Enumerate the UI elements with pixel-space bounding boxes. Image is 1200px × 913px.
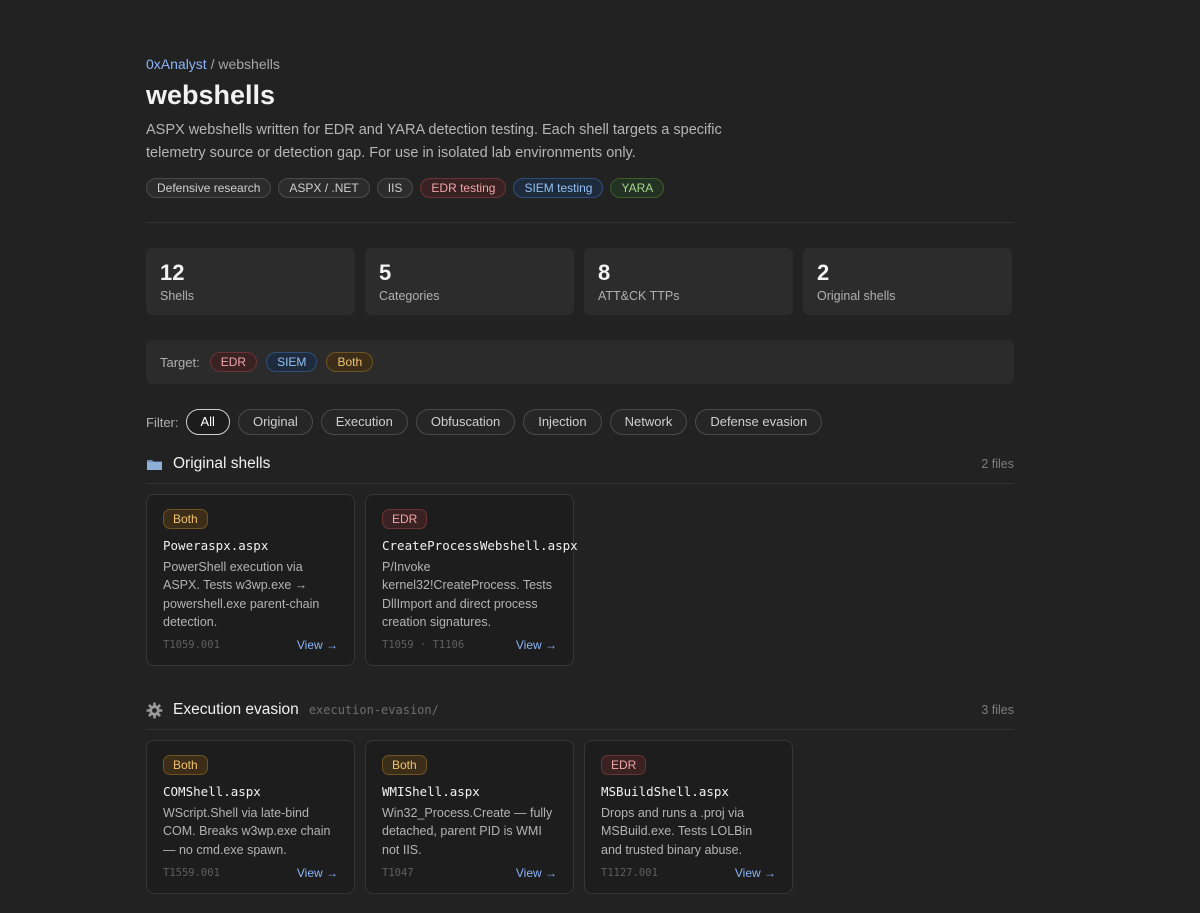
stat-label: Original shells (817, 289, 896, 303)
target-legend: Target: EDR SIEM Both (146, 340, 1014, 384)
filter-label: Filter: (146, 414, 179, 430)
view-link[interactable]: View → (516, 866, 557, 880)
target-badge: EDR (382, 509, 428, 529)
ttp-ids: T1047 (382, 867, 414, 879)
view-link[interactable]: View → (516, 638, 557, 652)
target-edr-chip[interactable]: EDR (209, 352, 258, 372)
filter-injection-button[interactable]: Injection (523, 409, 602, 435)
gear-icon (146, 702, 163, 719)
filter-original-button[interactable]: Original (237, 409, 313, 435)
section-file-count: 3 files (981, 703, 1014, 717)
shell-card[interactable]: Both WMIShell.aspx Win32_Process.Create … (365, 740, 574, 894)
target-both-chip[interactable]: Both (326, 352, 374, 372)
section-title: Execution evasion (173, 701, 299, 718)
breadcrumb-repo: webshells (218, 56, 280, 72)
repo-description: ASPX webshells written for EDR and YARA … (146, 122, 722, 161)
ttp-ids: T1059 · T1106 (382, 639, 465, 651)
shell-filename: Poweraspx.aspx (163, 538, 269, 553)
section-original-shells-header: Original shells 2 files (146, 452, 1014, 476)
stat-label: ATT&CK TTPs (598, 289, 680, 303)
view-link[interactable]: View → (735, 866, 776, 880)
shell-filename: CreateProcessWebshell.aspx (382, 538, 578, 553)
breadcrumb-owner-link[interactable]: 0xAnalyst (146, 56, 207, 72)
shell-card[interactable]: EDR CreateProcessWebshell.aspx P/Invoke … (365, 494, 578, 666)
page-title: webshells (146, 80, 276, 110)
tag-aspx-net: ASPX / .NET (278, 178, 370, 198)
section-divider (146, 729, 1014, 730)
stat-shells: 12 Shells (146, 248, 355, 315)
filter-obfuscation-button[interactable]: Obfuscation (415, 409, 516, 435)
tag-yara: YARA (610, 178, 665, 198)
filter-network-button[interactable]: Network (609, 409, 688, 435)
shell-filename: MSBuildShell.aspx (601, 784, 729, 799)
view-link[interactable]: View → (297, 638, 338, 652)
tag-defensive-research: Defensive research (146, 178, 272, 198)
stat-value: 5 (379, 260, 392, 285)
breadcrumb: 0xAnalyst / webshells (146, 56, 280, 72)
section-path: execution-evasion/ (308, 703, 439, 717)
target-label: Target: (160, 354, 200, 370)
filter-execution-button[interactable]: Execution (320, 409, 408, 435)
shell-description: Win32_Process.Create — fully detached, p… (382, 806, 553, 857)
filter-all-button[interactable]: All (185, 409, 230, 435)
view-link[interactable]: View → (297, 866, 338, 880)
shell-filename: COMShell.aspx (163, 784, 261, 799)
ttp-ids: T1559.001 (163, 867, 220, 879)
header-divider (146, 222, 1014, 223)
ttp-ids: T1127.001 (601, 867, 658, 879)
stat-categories: 5 Categories (365, 248, 574, 315)
tag-siem-testing: SIEM testing (513, 178, 604, 198)
shell-card[interactable]: Both Poweraspx.aspx PowerShell execution… (146, 494, 355, 666)
section-title: Original shells (173, 455, 271, 472)
stat-attck-ttps: 8 ATT&CK TTPs (584, 248, 793, 315)
section-execution-evasion-header: Execution evasion execution-evasion/ 3 f… (146, 698, 1014, 722)
target-badge: Both (163, 755, 208, 775)
target-badge: EDR (601, 755, 647, 775)
card-grid-execution-evasion: Both COMShell.aspx WScript.Shell via lat… (146, 740, 793, 894)
ttp-ids: T1059.001 (163, 639, 220, 651)
stat-original-shells: 2 Original shells (803, 248, 1012, 315)
filter-bar: Filter: All Original Execution Obfuscati… (146, 409, 823, 435)
target-siem-chip[interactable]: SIEM (266, 352, 318, 372)
shell-filename: WMIShell.aspx (382, 784, 480, 799)
stat-value: 12 (160, 260, 185, 285)
tag-list: Defensive research ASPX / .NET IIS EDR t… (146, 178, 665, 198)
stat-label: Categories (379, 289, 440, 303)
shell-description: Drops and runs a .proj via MSBuild.exe. … (601, 806, 753, 857)
shell-card[interactable]: EDR MSBuildShell.aspx Drops and runs a .… (584, 740, 793, 894)
section-divider (146, 483, 1014, 484)
stat-label: Shells (160, 289, 195, 303)
stats-row: 12 Shells 5 Categories 8 ATT&CK TTPs 2 O… (146, 248, 1012, 315)
shell-description: PowerShell execution via ASPX. Tests w3w… (163, 560, 320, 629)
stat-value: 2 (817, 260, 830, 285)
breadcrumb-separator: / (206, 56, 219, 72)
target-badge: Both (163, 509, 208, 529)
tag-iis: IIS (376, 178, 414, 198)
card-grid-original: Both Poweraspx.aspx PowerShell execution… (146, 494, 578, 666)
folder-icon (146, 456, 163, 473)
stat-value: 8 (598, 260, 611, 285)
target-badge: Both (382, 755, 427, 775)
shell-description: WScript.Shell via late-bind COM. Breaks … (163, 806, 331, 857)
tag-edr-testing: EDR testing (420, 178, 507, 198)
section-file-count: 2 files (981, 457, 1014, 471)
shell-description: P/Invoke kernel32!CreateProcess. Tests D… (382, 560, 552, 629)
filter-defense-evasion-button[interactable]: Defense evasion (695, 409, 823, 435)
shell-card[interactable]: Both COMShell.aspx WScript.Shell via lat… (146, 740, 355, 894)
